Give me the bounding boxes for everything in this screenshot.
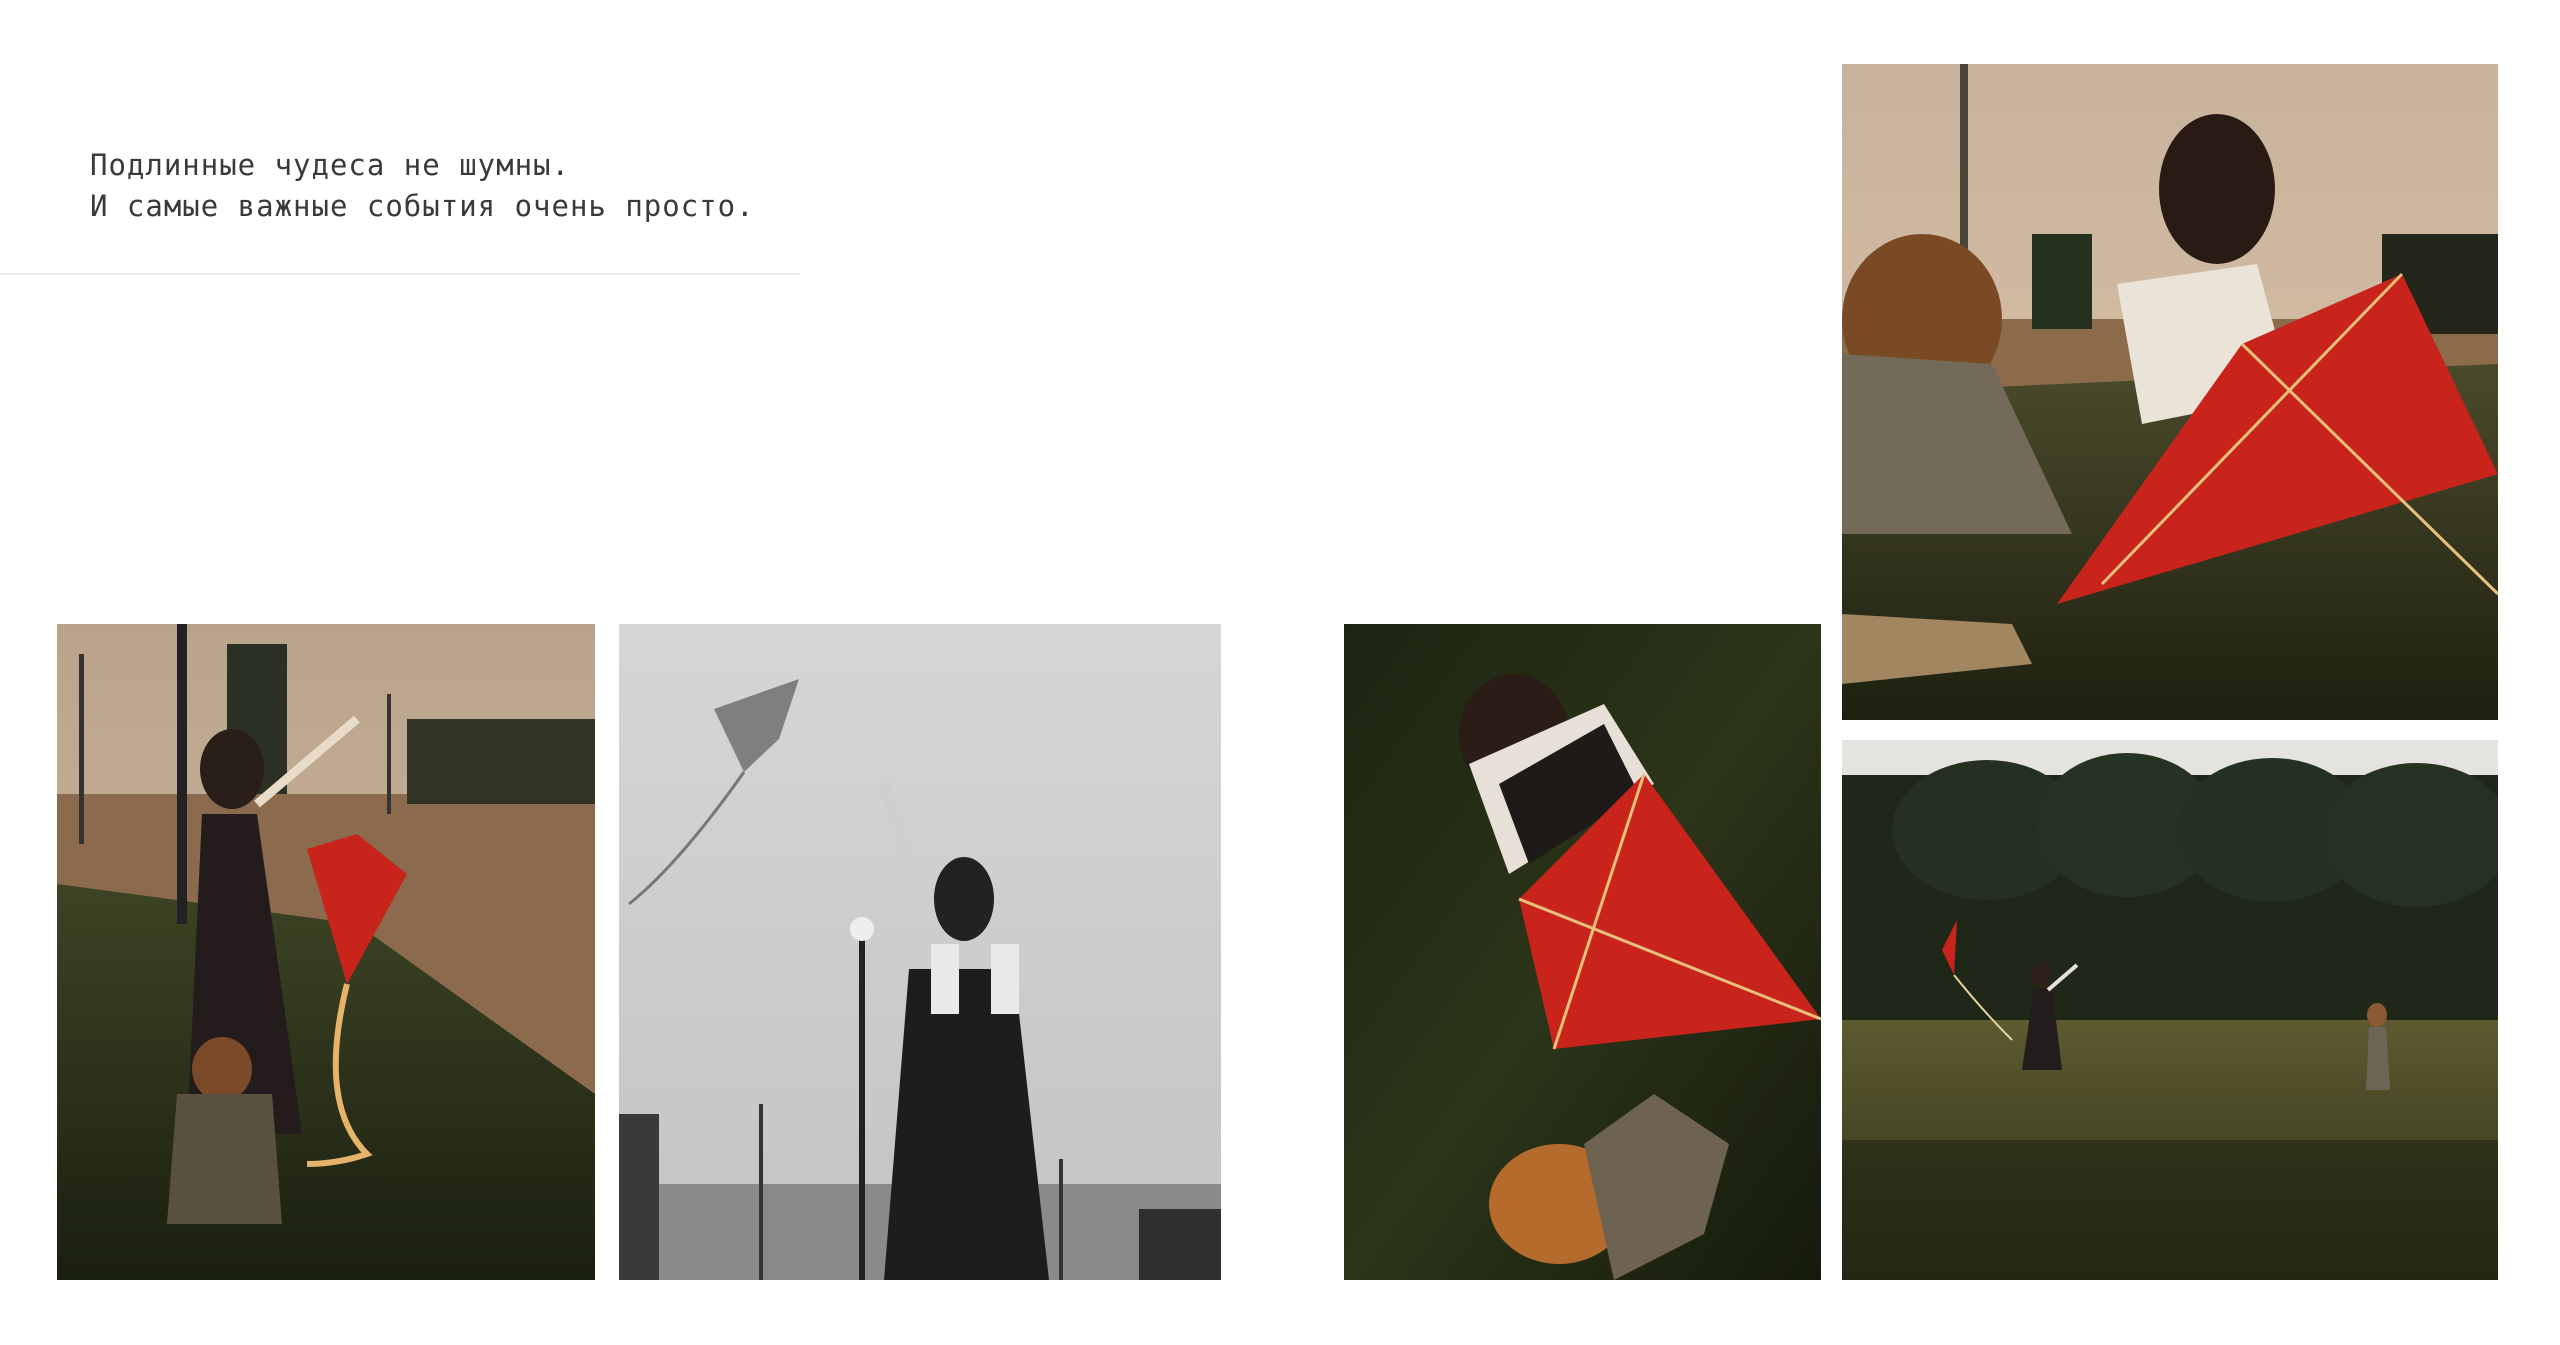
photo-mother-child-red-kite <box>1842 64 2498 720</box>
quote-line-1: Подлинные чудеса не шумны. <box>90 148 570 182</box>
photo-kite-sky-bw <box>619 624 1221 1280</box>
photo-red-kite-grass-topdown <box>1344 624 1821 1280</box>
photo-kite-running-park <box>1842 740 2498 1280</box>
photo-kite-field-evening <box>57 624 595 1280</box>
quote-divider <box>0 273 800 275</box>
quote-text: Подлинные чудеса не шумны. И самые важны… <box>90 145 810 227</box>
quote-line-2: И самые важные события очень просто. <box>90 189 755 223</box>
